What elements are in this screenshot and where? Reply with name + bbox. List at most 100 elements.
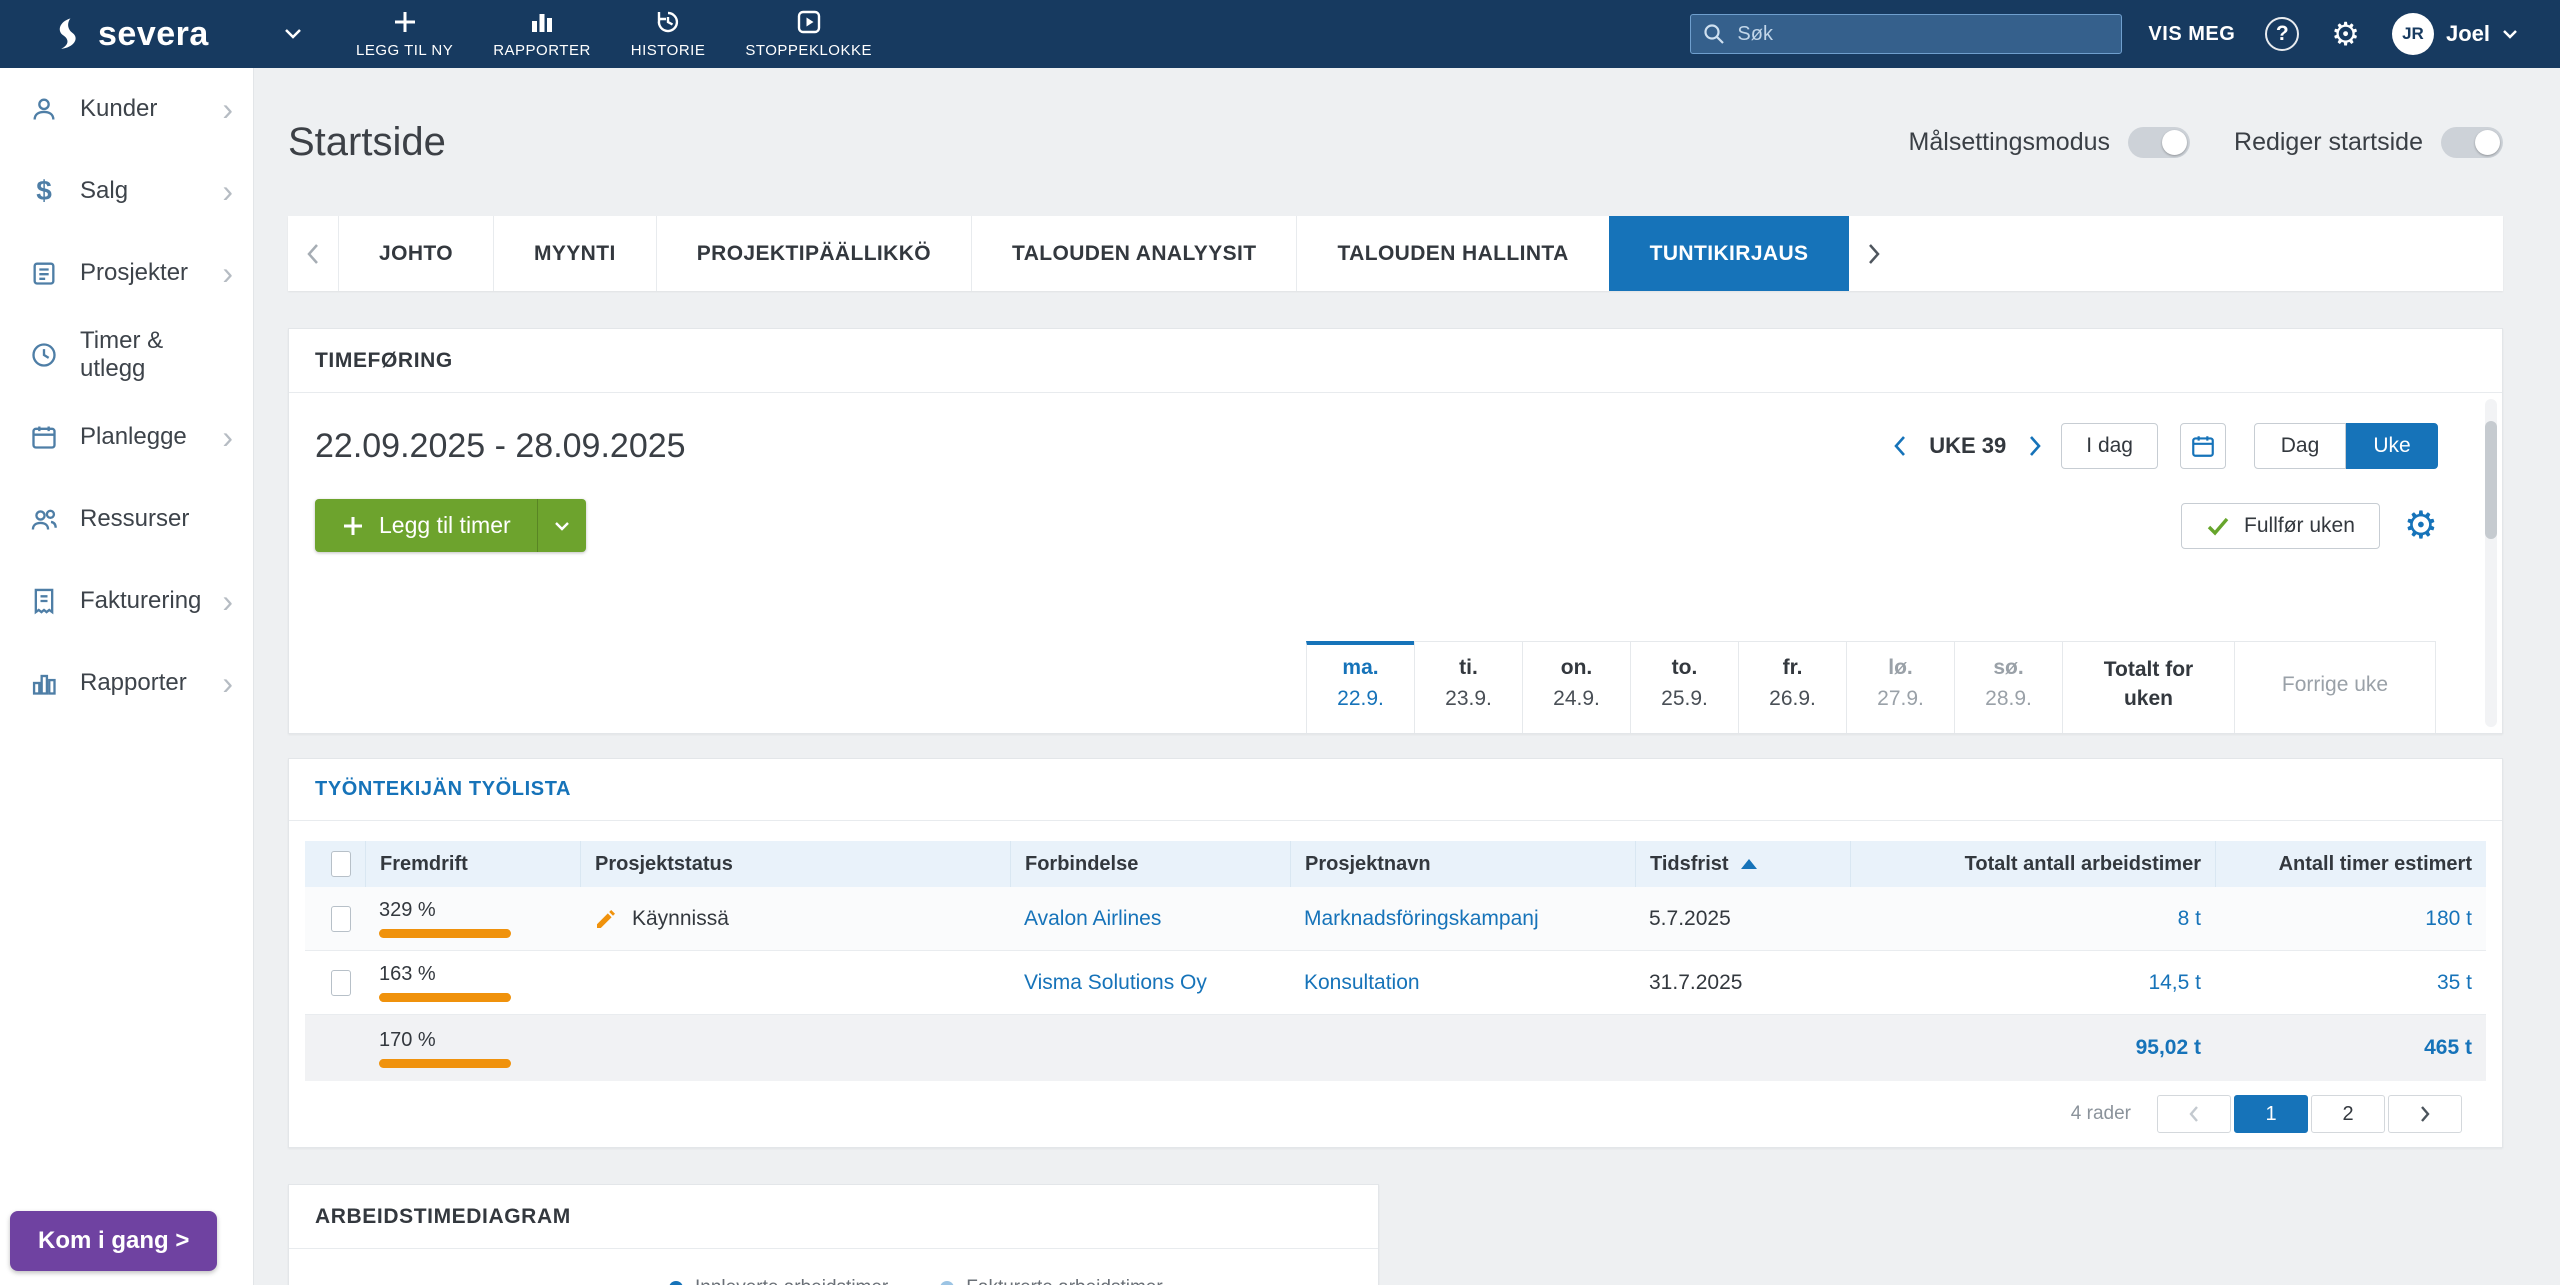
history-icon xyxy=(655,9,681,35)
view-switcher: Dag Uke xyxy=(2254,423,2438,469)
plus-icon xyxy=(392,9,418,35)
add-new-button[interactable]: LEGG TIL NY xyxy=(336,0,473,68)
connection-link[interactable]: Avalon Airlines xyxy=(1024,907,1161,931)
sidebar-item-salg[interactable]: $ Salg › xyxy=(0,150,253,232)
tab-tuntikirjaus[interactable]: TUNTIKIRJAUS xyxy=(1609,216,1850,291)
show-me-button[interactable]: VIS MEG xyxy=(2148,23,2235,46)
legend-label: Innleverte arbeidstimer xyxy=(695,1277,888,1285)
user-menu-chevron-icon[interactable] xyxy=(2502,29,2518,40)
projects-icon xyxy=(24,259,64,287)
day-tab-thursday[interactable]: to. 25.9. xyxy=(1630,641,1738,733)
page-header: Startside Målsettingsmodus Rediger start… xyxy=(288,68,2503,216)
calendar-picker-button[interactable] xyxy=(2180,423,2226,469)
avatar[interactable]: JR xyxy=(2392,13,2434,55)
sales-icon: $ xyxy=(24,175,64,207)
day-tab-sunday[interactable]: sø. 28.9. xyxy=(1954,641,2062,733)
tabs-scroll-left-icon[interactable] xyxy=(288,216,338,291)
sidebar-item-kunder[interactable]: Kunder › xyxy=(0,68,253,150)
widget-scrollbar[interactable] xyxy=(2485,399,2497,727)
day-tab-friday[interactable]: fr. 26.9. xyxy=(1738,641,1846,733)
add-hours-dropdown[interactable] xyxy=(537,499,586,552)
day-abbr: on. xyxy=(1523,656,1630,680)
chevron-down-icon[interactable] xyxy=(284,28,302,40)
day-tab-monday[interactable]: ma. 22.9. xyxy=(1306,641,1414,733)
column-header-progress[interactable]: Fremdrift xyxy=(365,841,580,887)
project-link[interactable]: Konsultation xyxy=(1304,971,1420,995)
complete-week-button[interactable]: Fullfør uken xyxy=(2181,503,2380,549)
total-hours-link[interactable]: 14,5 t xyxy=(2148,971,2201,995)
sidebar-item-label: Prosjekter xyxy=(80,259,222,287)
table-row: 329 % Käynnissä Avalon Airlines Marknads… xyxy=(305,887,2486,951)
tab-talouden-hallinta[interactable]: TALOUDEN HALLINTA xyxy=(1296,216,1608,291)
today-button[interactable]: I dag xyxy=(2061,423,2158,469)
sidebar-item-fakturering[interactable]: Fakturering › xyxy=(0,560,253,642)
add-hours-split-button[interactable]: Legg til timer xyxy=(315,499,586,552)
connection-link[interactable]: Visma Solutions Oy xyxy=(1024,971,1207,995)
brand[interactable]: severa xyxy=(0,15,240,54)
goal-mode-toggle[interactable] xyxy=(2128,127,2190,158)
topbar: severa LEGG TIL NY RAPPORTER HISTORIE xyxy=(0,0,2560,68)
previous-week-chevron-icon[interactable] xyxy=(1888,430,1911,462)
get-started-button[interactable]: Kom i gang > xyxy=(10,1211,217,1271)
clock-icon xyxy=(24,341,64,369)
next-week-chevron-icon[interactable] xyxy=(2024,430,2047,462)
total-hours-link[interactable]: 8 t xyxy=(2178,907,2201,931)
sidebar-item-prosjekter[interactable]: Prosjekter › xyxy=(0,232,253,314)
week-actions: Fullfør uken ⚙ xyxy=(2181,503,2438,549)
sidebar-item-label: Ressurser xyxy=(80,505,233,533)
widget-title[interactable]: TYÖNTEKIJÄN TYÖLISTA xyxy=(289,759,2502,821)
settings-gear-icon[interactable]: ⚙ xyxy=(2331,18,2360,50)
help-icon[interactable]: ? xyxy=(2265,17,2299,51)
sidebar-item-planlegge[interactable]: Planlegge › xyxy=(0,396,253,478)
tab-myynti[interactable]: MYYNTI xyxy=(493,216,656,291)
column-header-status[interactable]: Prosjektstatus xyxy=(580,841,1010,887)
row-checkbox[interactable] xyxy=(331,970,351,996)
week-total-tab[interactable]: Totalt for uken xyxy=(2062,641,2234,733)
column-header-connection[interactable]: Forbindelse xyxy=(1010,841,1290,887)
reports-button[interactable]: RAPPORTER xyxy=(473,0,611,68)
week-view-button[interactable]: Uke xyxy=(2346,423,2438,469)
tab-projektipaallikko[interactable]: PROJEKTIPÄÄLLIKKÖ xyxy=(656,216,971,291)
page-button-2[interactable]: 2 xyxy=(2311,1095,2385,1133)
select-all-checkbox[interactable] xyxy=(331,851,351,877)
column-header-deadline[interactable]: Tidsfrist xyxy=(1635,841,1850,887)
day-view-button[interactable]: Dag xyxy=(2254,423,2346,469)
page-button-1[interactable]: 1 xyxy=(2234,1095,2308,1133)
column-header-estimated-hours[interactable]: Antall timer estimert xyxy=(2215,841,2486,887)
previous-page-button[interactable] xyxy=(2157,1095,2231,1133)
day-date: 27.9. xyxy=(1847,687,1954,711)
search-input[interactable] xyxy=(1690,14,2122,54)
previous-week-tab[interactable]: Forrige uke xyxy=(2234,641,2436,733)
day-date: 26.9. xyxy=(1739,687,1846,711)
add-hours-button[interactable]: Legg til timer xyxy=(315,499,537,552)
day-tab-tuesday[interactable]: ti. 23.9. xyxy=(1414,641,1522,733)
next-page-button[interactable] xyxy=(2388,1095,2462,1133)
scrollbar-thumb[interactable] xyxy=(2485,421,2497,539)
history-button[interactable]: HISTORIE xyxy=(611,0,726,68)
row-count-label: 4 rader xyxy=(2071,1103,2131,1125)
tab-johto[interactable]: JOHTO xyxy=(338,216,493,291)
day-date: 24.9. xyxy=(1523,687,1630,711)
column-header-total-hours[interactable]: Totalt antall arbeidstimer xyxy=(1850,841,2215,887)
day-tab-wednesday[interactable]: on. 24.9. xyxy=(1522,641,1630,733)
widget-settings-gear-icon[interactable]: ⚙ xyxy=(2404,507,2438,545)
tab-talouden-analyysit[interactable]: TALOUDEN ANALYYSIT xyxy=(971,216,1296,291)
tabs-scroll-right-icon[interactable] xyxy=(1849,216,1899,291)
estimated-hours-link[interactable]: 180 t xyxy=(2425,907,2472,931)
progress-bar xyxy=(379,993,511,1002)
estimated-hours-link[interactable]: 35 t xyxy=(2437,971,2472,995)
project-link[interactable]: Marknadsföringskampanj xyxy=(1304,907,1539,931)
chevron-right-icon xyxy=(2419,1105,2431,1123)
edit-home-toggle[interactable] xyxy=(2441,127,2503,158)
user-name[interactable]: Joel xyxy=(2446,21,2490,47)
add-new-label: LEGG TIL NY xyxy=(356,42,453,59)
sidebar-item-timer-utlegg[interactable]: Timer & utlegg xyxy=(0,314,253,396)
day-tab-saturday[interactable]: lø. 27.9. xyxy=(1846,641,1954,733)
row-checkbox[interactable] xyxy=(331,906,351,932)
weekday-tabs: ma. 22.9. ti. 23.9. on. 24.9. to. 25.9. … xyxy=(289,641,2502,733)
day-abbr: fr. xyxy=(1739,656,1846,680)
stopwatch-button[interactable]: STOPPEKLOKKE xyxy=(725,0,892,68)
sidebar-item-rapporter[interactable]: Rapporter › xyxy=(0,642,253,724)
sidebar-item-ressurser[interactable]: Ressurser xyxy=(0,478,253,560)
column-header-project[interactable]: Prosjektnavn xyxy=(1290,841,1635,887)
